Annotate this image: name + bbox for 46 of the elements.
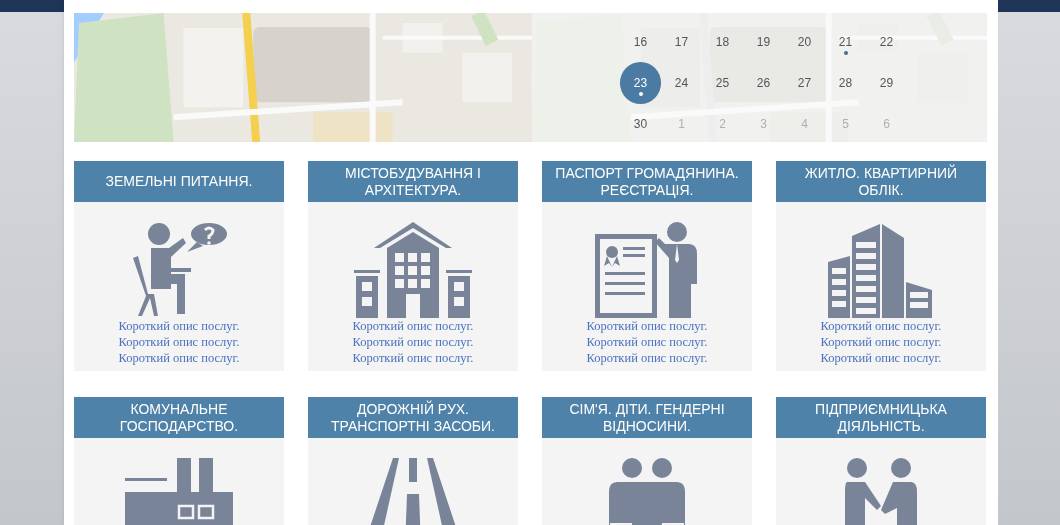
service-description: Короткий опис послуг. [586,318,708,334]
service-description: Короткий опис послуг. [586,350,708,366]
calendar-day[interactable]: 29 [866,61,907,104]
calendar-day[interactable]: 20 [784,20,825,63]
service-title: ПІДПРИЄМНИЦЬКА ДІЯЛЬНІСТЬ. [776,397,986,438]
service-title: КОМУНАЛЬНЕ ГОСПОДАРСТВО. [74,397,284,438]
service-title: СІМ'Я. ДІТИ. ГЕНДЕРНІ ВІДНОСИНИ. [542,397,752,438]
service-card[interactable]: КОМУНАЛЬНЕ ГОСПОДАРСТВО. [74,397,284,525]
service-description: Короткий опис послуг. [118,350,240,366]
calendar-day[interactable]: 22 [866,20,907,63]
service-description: Короткий опис послуг. [820,350,942,366]
service-description: Короткий опис послуг. [118,334,240,350]
calendar-day[interactable]: 17 [661,20,702,63]
family-icon [607,458,687,525]
service-description: Короткий опис послуг. [352,318,474,334]
service-description: Короткий опис послуг. [586,334,708,350]
calendar-day[interactable]: 28 [825,61,866,104]
service-description: Короткий опис послуг. [820,318,942,334]
office-buildings-icon [828,222,934,318]
calendar-day[interactable]: 18 [702,20,743,63]
service-card[interactable]: ПІДПРИЄМНИЦЬКА ДІЯЛЬНІСТЬ. [776,397,986,525]
calendar-day[interactable]: 24 [661,61,702,104]
service-card[interactable]: ДОРОЖНІЙ РУХ. ТРАНСПОРТНІ ЗАСОБИ. [308,397,518,525]
calendar-day[interactable]: 25 [702,61,743,104]
service-description: Короткий опис послуг. [352,334,474,350]
calendar-day[interactable]: 21 [825,20,866,63]
service-card[interactable]: МІСТОБУДУВАННЯ І АРХІТЕКТУРА. Короткий опис послуг. Короткий опис послуг. Короткий опис послуг. [308,161,518,371]
service-title: ПАСПОРТ ГРОМАДЯНИНА. РЕЄСТРАЦІЯ. [542,161,752,202]
calendar-day[interactable]: 19 [743,20,784,63]
service-card[interactable]: ЗЕМЕЛЬНІ ПИТАННЯ. Короткий опис послуг. Короткий опис послуг. Короткий опис послуг. [74,161,284,371]
service-card[interactable]: СІМ'Я. ДІТИ. ГЕНДЕРНІ ВІДНОСИНИ. [542,397,752,525]
calendar-day[interactable]: 30 [620,102,661,142]
service-card[interactable]: ПАСПОРТ ГРОМАДЯНИНА. РЕЄСТРАЦІЯ. Короткий опис послуг. Короткий опис послуг. Короткий опис послуг. [542,161,752,371]
service-description: Короткий опис послуг. [118,318,240,334]
service-title: ЖИТЛО. КВАРТИРНИЙ ОБЛІК. [776,161,986,202]
service-description: Короткий опис послуг. [820,334,942,350]
service-title: МІСТОБУДУВАННЯ І АРХІТЕКТУРА. [308,161,518,202]
service-description: Короткий опис послуг. [352,350,474,366]
calendar-day[interactable]: 27 [784,61,825,104]
building-icon [354,222,472,318]
calendar-day[interactable]: 26 [743,61,784,104]
factory-icon [125,458,233,525]
calendar-day[interactable]: 16 [620,20,661,63]
service-title: ЗЕМЕЛЬНІ ПИТАННЯ. [74,161,284,202]
service-title: ДОРОЖНІЙ РУХ. ТРАНСПОРТНІ ЗАСОБИ. [308,397,518,438]
service-card[interactable]: ЖИТЛО. КВАРТИРНИЙ ОБЛІК. Короткий опис послуг. Короткий опис послуг. Короткий опис послуг. [776,161,986,371]
